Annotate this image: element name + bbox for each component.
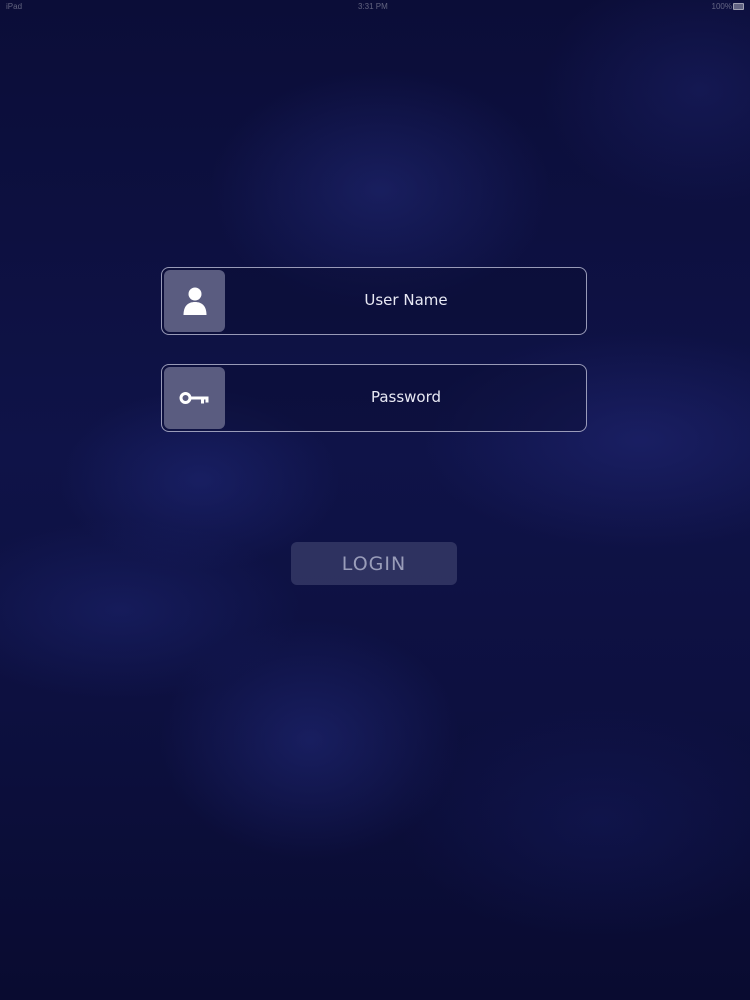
username-input[interactable] xyxy=(228,268,584,332)
status-carrier: iPad xyxy=(6,2,23,11)
password-icon-box xyxy=(164,367,225,429)
password-input[interactable] xyxy=(228,365,584,429)
key-icon xyxy=(179,392,208,404)
username-icon-box xyxy=(164,270,225,332)
status-battery-text: 100% xyxy=(711,2,732,11)
battery-icon xyxy=(733,3,744,10)
background xyxy=(0,0,750,1000)
password-field[interactable] xyxy=(161,364,587,432)
status-time: 3:31 PM xyxy=(358,2,388,11)
login-button[interactable]: LOGIN xyxy=(291,542,457,585)
status-bar: iPad 3:31 PM 100% xyxy=(0,0,750,14)
user-icon xyxy=(183,287,206,315)
username-field[interactable] xyxy=(161,267,587,335)
